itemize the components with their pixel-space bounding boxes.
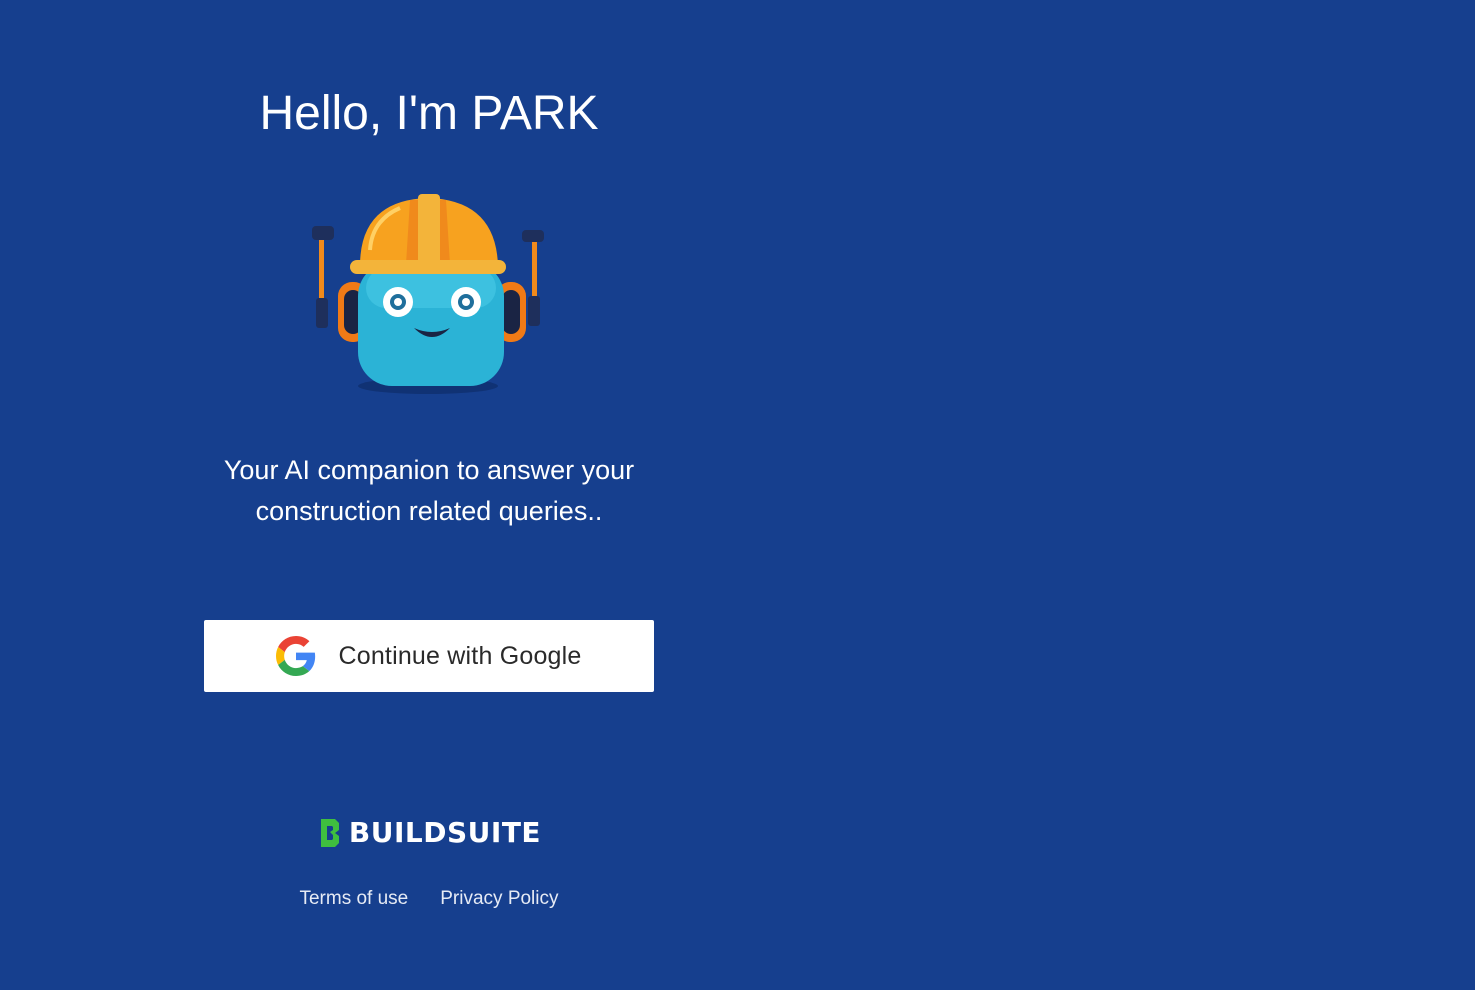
continue-with-google-button[interactable]: Continue with Google bbox=[204, 620, 654, 692]
google-button-label: Continue with Google bbox=[338, 641, 582, 670]
privacy-policy-link[interactable]: Privacy Policy bbox=[440, 888, 558, 910]
tagline: Your AI companion to answer your constru… bbox=[223, 455, 635, 526]
terms-of-use-link[interactable]: Terms of use bbox=[299, 888, 408, 910]
robot-mascot-icon bbox=[300, 190, 556, 400]
brand-name: BUILDSUITE bbox=[348, 816, 542, 849]
buildsuite-logo-icon bbox=[317, 817, 343, 849]
footer-links: Terms of use Privacy Policy bbox=[204, 888, 654, 910]
google-logo-icon bbox=[276, 636, 316, 676]
buildsuite-logo: BUILDSUITE bbox=[204, 816, 654, 849]
page-title: Hello, I'm PARK bbox=[259, 87, 599, 140]
login-panel: Hello, I'm PARK Your AI companion to ans… bbox=[204, 0, 654, 990]
